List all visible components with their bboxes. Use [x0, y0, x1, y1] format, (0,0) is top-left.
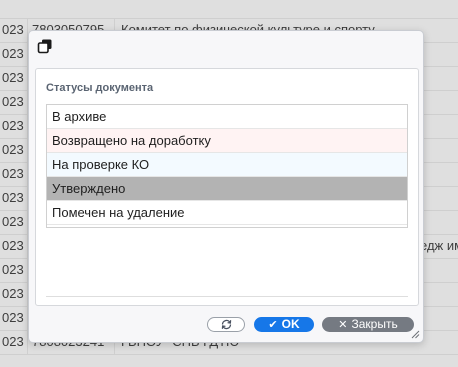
check-icon: ✔	[268, 319, 278, 331]
status-item[interactable]: Утверждено	[47, 177, 407, 201]
status-list: В архиве Возвращено на доработку На провер…	[46, 104, 408, 228]
document-status-dialog: Статусы документа В архиве Возвращено на …	[28, 30, 424, 343]
resize-grip-icon[interactable]	[411, 330, 420, 339]
status-item[interactable]: В архиве	[47, 105, 407, 129]
panel-divider	[46, 296, 408, 297]
status-item[interactable]: Помечен на удаление	[47, 201, 407, 225]
status-item[interactable]: Возвращено на доработку	[47, 129, 407, 153]
close-label: Закрыть	[351, 317, 398, 331]
refresh-button[interactable]	[207, 317, 245, 332]
status-panel: Статусы документа В архиве Возвращено на …	[35, 68, 419, 306]
x-icon: ✕	[338, 319, 348, 331]
copy-icon[interactable]	[37, 38, 53, 54]
close-button[interactable]: ✕ Закрыть	[322, 317, 414, 332]
status-item[interactable]: На проверке КО	[47, 153, 407, 177]
ok-button[interactable]: ✔ OK	[254, 317, 314, 332]
ok-label: OK	[281, 317, 300, 331]
refresh-icon	[221, 319, 231, 330]
panel-title: Статусы документа	[46, 82, 154, 94]
